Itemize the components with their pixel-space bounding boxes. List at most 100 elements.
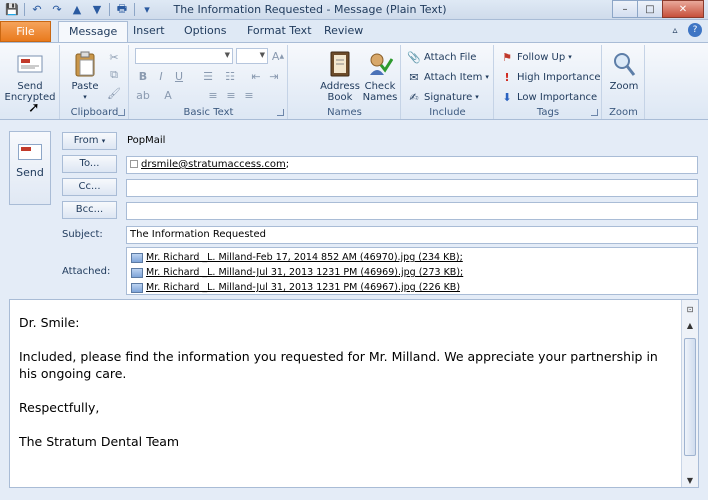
paste-button[interactable]: Paste ▾ <box>65 47 105 103</box>
compose-header: Send From ▾ PopMail To... drsmile@stratu… <box>0 121 708 298</box>
tab-format-text[interactable]: Format Text <box>237 21 322 42</box>
send-envelope-icon <box>18 144 42 160</box>
send-encrypted-button[interactable]: Send Encrypted <box>4 47 56 103</box>
body-paragraph: Included, please find the information yo… <box>19 349 658 381</box>
exclamation-icon: ! <box>504 70 510 84</box>
font-size-combo[interactable]: ▼ <box>236 48 268 64</box>
numbering-icon[interactable]: ☷ <box>222 68 238 84</box>
signature: The Stratum Dental Team <box>19 434 180 449</box>
message-body[interactable]: Dr. Smile: Included, please find the inf… <box>9 299 699 488</box>
attachments-list: Mr. Richard _L. Milland-Feb 17, 2014 852… <box>126 247 698 295</box>
attach-item-icon: ✉ <box>409 70 419 84</box>
group-basic-text: ▼ ▼ A ▲ B I U ☰ ☷ ⇤ ⇥ ab A ≡ ≡ ≡ Basic Te… <box>130 45 288 119</box>
window-controls: – □ ✕ <box>612 0 704 18</box>
basic-text-launcher-icon[interactable] <box>277 109 284 116</box>
align-left-icon[interactable]: ≡ <box>205 87 221 103</box>
italic-button[interactable]: I <box>153 68 169 84</box>
group-label-include: Include <box>429 107 466 118</box>
cc-button[interactable]: Cc... <box>62 178 117 196</box>
clipboard-launcher-icon[interactable] <box>118 109 125 116</box>
attachment-item[interactable]: Mr. Richard _L. Milland-Feb 17, 2014 852… <box>131 250 693 265</box>
close-button[interactable]: ✕ <box>662 0 704 18</box>
scroll-up-icon[interactable]: ▲ <box>682 318 698 332</box>
font-color-icon[interactable]: A <box>160 87 176 103</box>
decrease-indent-icon[interactable]: ⇤ <box>248 68 264 84</box>
tags-launcher-icon[interactable] <box>591 109 598 116</box>
magnifier-icon <box>608 49 640 79</box>
attach-item-button[interactable]: ✉ Attach Item ▾ <box>407 69 489 85</box>
address-book-button[interactable]: Address Book <box>319 47 361 103</box>
vertical-scrollbar[interactable]: ⊡ ▲ ▼ <box>681 300 698 487</box>
mouse-pointer-icon: ➚ <box>28 100 40 116</box>
highlight-icon[interactable]: ab <box>135 87 151 103</box>
from-value: PopMail <box>127 135 166 146</box>
greeting: Dr. Smile: <box>19 315 80 330</box>
font-name-combo[interactable]: ▼ <box>135 48 233 64</box>
image-file-icon <box>131 252 143 263</box>
tab-options[interactable]: Options <box>174 21 236 42</box>
scroll-down-icon[interactable]: ▼ <box>682 473 698 487</box>
bullets-icon[interactable]: ☰ <box>200 68 216 84</box>
address-book-icon <box>324 49 356 79</box>
to-button[interactable]: To... <box>62 155 117 173</box>
minimize-ribbon-icon[interactable]: ▵ <box>668 23 682 37</box>
minimize-button[interactable]: – <box>612 0 638 18</box>
group-include: 📎 Attach File ✉ Attach Item ▾ ✍ Signature ▾ I… <box>402 45 494 119</box>
ruler-toggle-icon[interactable]: ⊡ <box>682 300 698 318</box>
message-body-text[interactable]: Dr. Smile: Included, please find the inf… <box>19 314 674 467</box>
window-title: The Information Requested - Message (Pla… <box>173 3 447 16</box>
check-names-button[interactable]: Check Names <box>361 47 399 103</box>
high-importance-button[interactable]: ! High Importance <box>500 69 600 85</box>
group-label-basic-text: Basic Text <box>183 107 234 118</box>
subject-field[interactable]: The Information Requested <box>126 226 698 244</box>
send-button[interactable]: Send <box>9 131 51 205</box>
paperclip-icon: 📎 <box>407 50 421 64</box>
subject-label: Subject: <box>62 229 103 240</box>
follow-up-button[interactable]: ⚑ Follow Up ▾ <box>500 49 572 65</box>
attach-file-button[interactable]: 📎 Attach File <box>407 49 476 65</box>
attach-item-dropdown-icon: ▾ <box>485 73 489 81</box>
format-painter-icon[interactable]: 🖌 <box>106 85 122 101</box>
signature-button[interactable]: ✍ Signature ▾ <box>407 89 479 105</box>
bcc-field[interactable] <box>126 202 698 220</box>
underline-button[interactable]: U <box>171 68 187 84</box>
align-center-icon[interactable]: ≡ <box>223 87 239 103</box>
copy-icon[interactable]: ⧉ <box>106 67 122 83</box>
group-label-zoom: Zoom <box>609 107 638 118</box>
signature-icon: ✍ <box>409 90 419 104</box>
low-importance-button[interactable]: ⬇ Low Importance <box>500 89 597 105</box>
closing: Respectfully, <box>19 400 100 415</box>
tab-review[interactable]: Review <box>314 21 373 42</box>
bcc-button[interactable]: Bcc... <box>62 201 117 219</box>
from-dropdown-icon: ▾ <box>101 137 106 145</box>
bold-button[interactable]: B <box>135 68 151 84</box>
cut-icon[interactable]: ✂ <box>106 49 122 65</box>
increase-indent-icon[interactable]: ⇥ <box>266 68 282 84</box>
image-file-icon <box>131 267 143 278</box>
tab-file[interactable]: File <box>0 21 51 42</box>
attachment-item[interactable]: Mr. Richard _L. Milland-Jul 31, 2013 123… <box>131 280 693 295</box>
paste-dropdown-icon[interactable]: ▾ <box>65 92 105 103</box>
group-zoom: Zoom Zoom <box>603 45 645 119</box>
signature-dropdown-icon: ▾ <box>475 93 479 101</box>
group-clipboard: Paste ▾ ✂ ⧉ 🖌 Clipboard <box>61 45 129 119</box>
group-tags: ⚑ Follow Up ▾ ! High Importance ⬇ Low Import… <box>495 45 602 119</box>
tab-insert[interactable]: Insert <box>123 21 175 42</box>
recipient-to[interactable]: drsmile@stratumaccess.com <box>141 159 286 170</box>
zoom-button[interactable]: Zoom <box>605 47 643 92</box>
align-right-icon[interactable]: ≡ <box>241 87 257 103</box>
cc-field[interactable] <box>126 179 698 197</box>
maximize-button[interactable]: □ <box>637 0 663 18</box>
to-field[interactable]: drsmile@stratumaccess.com; <box>126 156 698 174</box>
group-label-names: Names <box>327 107 362 118</box>
tab-message[interactable]: Message <box>58 21 129 43</box>
scroll-thumb[interactable] <box>684 338 696 456</box>
recipient-checkbox-icon <box>130 160 138 168</box>
ribbon-tabs: File Message Insert Options Format Text … <box>0 20 708 43</box>
from-button[interactable]: From ▾ <box>62 132 117 150</box>
grow-font-icon[interactable]: A ▲ <box>270 48 286 64</box>
down-arrow-icon: ⬇ <box>502 90 512 104</box>
flag-icon: ⚑ <box>502 50 512 64</box>
help-icon[interactable]: ? <box>688 23 702 37</box>
attachment-item[interactable]: Mr. Richard _L. Milland-Jul 31, 2013 123… <box>131 265 693 280</box>
